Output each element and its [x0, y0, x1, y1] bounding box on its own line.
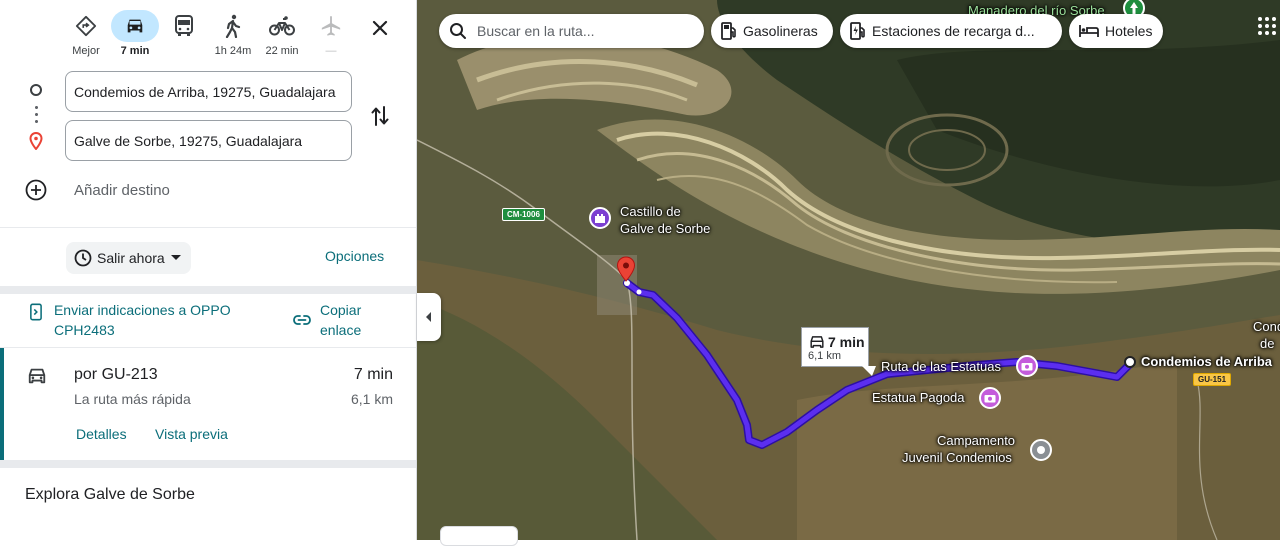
mode-flight[interactable]: —	[306, 6, 356, 62]
swap-arrows-icon	[371, 106, 389, 126]
callout-time: 7 min	[828, 334, 865, 350]
mode-walk[interactable]: 1h 24m	[208, 6, 258, 62]
map-view[interactable]	[417, 0, 1280, 540]
apps-grid-icon	[1258, 17, 1276, 35]
search-along-route-input[interactable]: Buscar en la ruta...	[439, 14, 704, 48]
walking-icon	[209, 10, 257, 42]
route-time: 7 min	[353, 366, 393, 383]
phone-send-icon	[30, 303, 42, 321]
details-link[interactable]: Detalles	[76, 426, 127, 442]
depart-label: Salir ahora	[97, 250, 165, 266]
mode-transit[interactable]	[159, 6, 209, 62]
car-icon	[810, 336, 824, 348]
car-icon	[26, 366, 48, 391]
origin-circle-icon	[30, 84, 42, 96]
send-to-phone-button[interactable]: Enviar indicaciones a OPPO CPH2483	[30, 300, 260, 340]
road-shield-gu151: GU-151	[1193, 373, 1232, 386]
partial-town-label-line1[interactable]: Cond	[1253, 319, 1280, 335]
route-name: por GU-213	[74, 366, 158, 383]
mode-flight-label: —	[325, 45, 337, 57]
caret-down-icon	[170, 255, 181, 260]
route-subtitle: La ruta más rápida	[74, 391, 191, 407]
divider	[0, 227, 416, 228]
mode-best[interactable]: Mejor	[61, 6, 111, 62]
charging-stations-chip[interactable]: Estaciones de recarga d...	[840, 14, 1062, 48]
diamond-directions-icon	[62, 10, 110, 42]
close-button[interactable]	[364, 12, 396, 44]
explore-heading: Explora Galve de Sorbe	[25, 486, 195, 503]
divider	[0, 460, 416, 468]
camp-label-line2[interactable]: Juvenil Condemios	[902, 450, 1012, 466]
divider	[0, 286, 416, 294]
mode-walk-label: 1h 24m	[214, 45, 252, 57]
pagoda-label[interactable]: Estatua Pagoda	[872, 390, 965, 406]
travel-mode-bar: Mejor 7 min 1h 24m 22 min —	[0, 0, 416, 66]
options-button[interactable]: Opciones	[325, 248, 384, 264]
mode-best-label: Mejor	[72, 45, 100, 57]
origin-town-label[interactable]: Condemios de Arriba	[1141, 354, 1272, 370]
castle-label-line2[interactable]: Galve de Sorbe	[620, 221, 710, 237]
depart-time-dropdown[interactable]: Salir ahora	[66, 242, 191, 274]
collapse-panel-button[interactable]	[417, 293, 441, 341]
clock-icon	[74, 249, 92, 267]
airplane-icon	[307, 10, 355, 42]
satellite-terrain	[417, 0, 1280, 540]
ev-charger-icon	[850, 22, 865, 40]
camp-label-line1[interactable]: Campamento	[937, 433, 1015, 449]
castle-poi-icon[interactable]	[589, 207, 611, 229]
hotels-label: Hoteles	[1105, 23, 1153, 39]
destination-pin-icon	[29, 131, 43, 155]
destination-input[interactable]: Galve de Sorbe, 19275, Guadalajara	[65, 120, 352, 161]
bed-icon	[1079, 25, 1099, 37]
charging-stations-label: Estaciones de recarga d...	[872, 23, 1035, 39]
bus-icon	[160, 10, 208, 42]
chevron-left-icon	[426, 312, 431, 322]
gas-pump-icon	[721, 22, 736, 40]
add-destination-button[interactable]: Añadir destino	[24, 178, 170, 202]
gas-stations-chip[interactable]: Gasolineras	[711, 14, 833, 48]
route-inputs: Condemios de Arriba, 19275, Guadalajara …	[0, 66, 416, 226]
origin-input[interactable]: Condemios de Arriba, 19275, Guadalajara	[65, 71, 352, 112]
statues-poi-icon[interactable]	[1016, 355, 1038, 377]
directions-panel: Mejor 7 min 1h 24m 22 min — Condemios de…	[0, 0, 417, 540]
copy-link-button[interactable]: Copiar enlace	[292, 300, 380, 340]
route-dots-icon	[35, 104, 38, 124]
partial-town-label-line2[interactable]: de	[1260, 336, 1274, 352]
statues-route-label[interactable]: Ruta de las Estatuas	[881, 359, 1001, 375]
selected-route-accent	[0, 348, 4, 460]
add-circle-icon	[24, 178, 48, 202]
pagoda-poi-icon[interactable]	[979, 387, 1001, 409]
route-option-card[interactable]: por GU-213 La ruta más rápida 7 min 6,1 …	[0, 348, 416, 460]
hotels-chip[interactable]: Hoteles	[1069, 14, 1163, 48]
mode-bike-label: 22 min	[265, 45, 299, 57]
callout-distance: 6,1 km	[808, 350, 842, 362]
search-icon	[450, 23, 466, 39]
add-destination-label: Añadir destino	[74, 181, 170, 199]
route-time-callout[interactable]: 7 min 6,1 km	[801, 327, 869, 367]
castle-label-line1[interactable]: Castillo de	[620, 204, 681, 220]
layers-thumbnail[interactable]	[440, 526, 518, 546]
send-to-phone-label: Enviar indicaciones a OPPO CPH2483	[53, 302, 231, 338]
apps-grid-button[interactable]	[1257, 16, 1277, 36]
callout-pointer	[862, 366, 876, 376]
copy-link-label: Copiar enlace	[320, 302, 362, 338]
link-icon	[293, 315, 311, 325]
road-shield-cm1006: CM-1006	[502, 208, 545, 221]
route-distance: 6,1 km	[350, 391, 393, 407]
search-placeholder: Buscar en la ruta...	[477, 23, 595, 39]
mode-car-label: 7 min	[120, 45, 150, 57]
swap-button[interactable]	[366, 102, 394, 130]
destination-map-pin-icon[interactable]	[616, 256, 636, 287]
mode-bike[interactable]: 22 min	[257, 6, 307, 62]
car-icon	[111, 10, 159, 42]
mode-car[interactable]: 7 min	[110, 6, 160, 62]
preview-link[interactable]: Vista previa	[155, 426, 228, 442]
gas-stations-label: Gasolineras	[743, 23, 818, 39]
camp-poi-icon[interactable]	[1030, 439, 1052, 461]
close-icon	[372, 20, 388, 36]
bicycle-icon	[258, 10, 306, 42]
